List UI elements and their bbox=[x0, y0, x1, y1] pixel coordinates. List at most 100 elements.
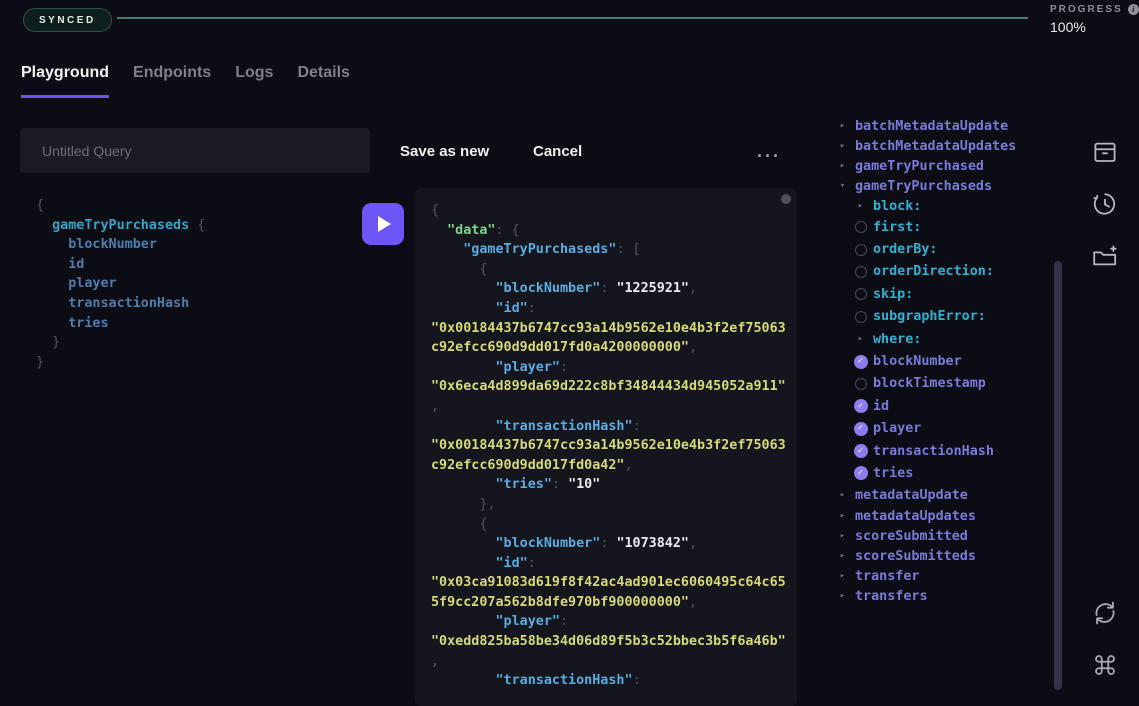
more-options-button[interactable] bbox=[755, 151, 780, 160]
chevron-right-icon[interactable]: ▸ bbox=[835, 122, 850, 131]
checkbox-unchecked-icon[interactable] bbox=[853, 221, 868, 233]
checkbox-unchecked-icon[interactable] bbox=[853, 244, 868, 256]
schema-tree-item[interactable]: orderDirection: bbox=[835, 261, 1049, 283]
checkbox-unchecked-icon[interactable] bbox=[853, 378, 868, 390]
checkbox-checked-icon[interactable]: ✓ bbox=[853, 466, 868, 480]
info-icon[interactable]: i bbox=[1128, 4, 1139, 15]
chevron-right-icon[interactable]: ▸ bbox=[853, 202, 868, 211]
schema-tree-item[interactable]: ▸ transfers bbox=[835, 586, 1049, 606]
cancel-button[interactable]: Cancel bbox=[533, 143, 582, 160]
schema-scrollbar[interactable] bbox=[1054, 261, 1062, 690]
command-menu-icon[interactable] bbox=[1090, 650, 1120, 680]
schema-tree-item[interactable]: ✓transactionHash bbox=[835, 440, 1049, 462]
schema-item-label: scoreSubmitteds bbox=[855, 549, 976, 564]
synced-status-badge: SYNCED bbox=[23, 8, 112, 32]
graphql-query-editor[interactable]: { gameTryPurchaseds { blockNumber id pla… bbox=[36, 196, 205, 372]
schema-tree-item[interactable]: ▸ block: bbox=[835, 196, 1049, 216]
code-line: "id": bbox=[431, 554, 783, 574]
new-folder-icon[interactable] bbox=[1090, 241, 1120, 271]
schema-tree-item[interactable]: orderBy: bbox=[835, 238, 1049, 260]
code-line: , bbox=[431, 652, 783, 672]
schema-tree-item[interactable]: subgraphError: bbox=[835, 306, 1049, 328]
chevron-right-icon[interactable]: ▸ bbox=[835, 491, 850, 500]
code-line: id bbox=[36, 255, 205, 275]
refresh-icon[interactable] bbox=[1090, 598, 1120, 628]
code-line: player bbox=[36, 274, 205, 294]
schema-item-label: transfer bbox=[855, 569, 920, 584]
code-line: "transactionHash": bbox=[431, 417, 783, 437]
progress-label: PROGRESS bbox=[1050, 4, 1123, 15]
schema-item-label: tries bbox=[873, 466, 913, 481]
query-results-panel[interactable]: { "data": { "gameTryPurchaseds": [ { "bl… bbox=[415, 188, 797, 706]
schema-item-label: block: bbox=[873, 199, 921, 214]
schema-tree-item[interactable]: ✓id bbox=[835, 395, 1049, 417]
chevron-right-icon[interactable]: ▸ bbox=[835, 142, 850, 151]
schema-tree-item[interactable]: ▸ batchMetadataUpdate bbox=[835, 117, 1049, 137]
checkbox-checked-icon[interactable]: ✓ bbox=[853, 422, 868, 436]
save-as-new-button[interactable]: Save as new bbox=[400, 143, 489, 160]
schema-item-label: batchMetadataUpdate bbox=[855, 119, 1008, 134]
chevron-right-icon[interactable]: ▸ bbox=[835, 512, 850, 521]
schema-tree-item[interactable]: ✓ tries bbox=[835, 462, 1049, 484]
schema-tree-item[interactable]: ▸gameTryPurchased bbox=[835, 157, 1049, 177]
results-json: { "data": { "gameTryPurchaseds": [ { "bl… bbox=[431, 201, 783, 691]
schema-item-label: orderBy: bbox=[873, 242, 938, 257]
tab-playground[interactable]: Playground bbox=[21, 64, 109, 98]
schema-tree-item[interactable]: ✓blockNumber bbox=[835, 350, 1049, 372]
schema-tree-item[interactable]: ▾ gameTryPurchaseds bbox=[835, 176, 1049, 196]
query-name-input[interactable] bbox=[20, 128, 370, 173]
schema-item-label: gameTryPurchaseds bbox=[855, 179, 992, 194]
schema-item-label: transfers bbox=[855, 589, 928, 604]
checkbox-checked-icon[interactable]: ✓ bbox=[853, 444, 868, 458]
schema-tree-item[interactable]: first: bbox=[835, 216, 1049, 238]
tab-bar: Playground Endpoints Logs Details bbox=[21, 64, 350, 98]
checkbox-checked-icon[interactable]: ✓ bbox=[853, 399, 868, 413]
schema-tree-item[interactable]: ▸metadataUpdate bbox=[835, 485, 1049, 507]
chevron-right-icon[interactable]: ▸ bbox=[853, 335, 868, 344]
schema-tree-item[interactable]: ▸ where: bbox=[835, 328, 1049, 350]
code-line: blockNumber bbox=[36, 235, 205, 255]
tab-details[interactable]: Details bbox=[297, 64, 349, 98]
code-line: { bbox=[36, 196, 205, 216]
schema-tree-item[interactable]: ▸ transfer bbox=[835, 566, 1049, 586]
schema-tree-item[interactable]: ▸batchMetadataUpdates bbox=[835, 137, 1049, 157]
schema-tree-item[interactable]: blockTimestamp bbox=[835, 373, 1049, 395]
schema-tree-item[interactable]: ▸metadataUpdates bbox=[835, 507, 1049, 527]
chevron-down-icon[interactable]: ▾ bbox=[835, 182, 850, 191]
checkbox-checked-icon[interactable]: ✓ bbox=[853, 355, 868, 369]
code-line: "player": bbox=[431, 358, 783, 378]
checkbox-unchecked-icon[interactable] bbox=[853, 311, 868, 323]
progress-value: 100% bbox=[1050, 19, 1139, 35]
code-line: c92efcc690d9dd017fd0a42", bbox=[431, 456, 783, 476]
checkbox-unchecked-icon[interactable] bbox=[853, 266, 868, 278]
chevron-right-icon[interactable]: ▸ bbox=[835, 552, 850, 561]
code-line: tries bbox=[36, 314, 205, 334]
code-line: "player": bbox=[431, 612, 783, 632]
code-line: { bbox=[431, 201, 783, 221]
archive-box-icon[interactable] bbox=[1090, 137, 1120, 167]
schema-tree-item[interactable]: skip: bbox=[835, 283, 1049, 305]
checkbox-unchecked-icon[interactable] bbox=[853, 288, 868, 300]
tab-logs[interactable]: Logs bbox=[235, 64, 273, 98]
code-line: } bbox=[36, 333, 205, 353]
code-line: "0x00184437b6747cc93a14b9562e10e4b3f2ef7… bbox=[431, 436, 783, 456]
schema-item-label: first: bbox=[873, 220, 921, 235]
code-line: "transactionHash": bbox=[431, 671, 783, 691]
schema-tree-item[interactable]: ▸ scoreSubmitteds bbox=[835, 547, 1049, 567]
chevron-right-icon[interactable]: ▸ bbox=[835, 532, 850, 541]
schema-tree-item[interactable]: ✓player bbox=[835, 418, 1049, 440]
tab-endpoints[interactable]: Endpoints bbox=[133, 64, 211, 98]
chevron-right-icon[interactable]: ▸ bbox=[835, 162, 850, 171]
schema-item-label: subgraphError: bbox=[873, 309, 986, 324]
code-line: { bbox=[431, 260, 783, 280]
chevron-right-icon[interactable]: ▸ bbox=[835, 592, 850, 601]
history-icon[interactable] bbox=[1090, 189, 1120, 219]
code-line: "0x6eca4d899da69d222c8bf34844434d945052a… bbox=[431, 377, 783, 397]
code-line: { bbox=[431, 515, 783, 535]
chevron-right-icon[interactable]: ▸ bbox=[835, 572, 850, 581]
code-line: "id": bbox=[431, 299, 783, 319]
run-query-button[interactable] bbox=[362, 203, 404, 245]
schema-tree-item[interactable]: ▸scoreSubmitted bbox=[835, 527, 1049, 547]
more-options-icon bbox=[766, 154, 769, 157]
schema-item-label: where: bbox=[873, 332, 921, 347]
